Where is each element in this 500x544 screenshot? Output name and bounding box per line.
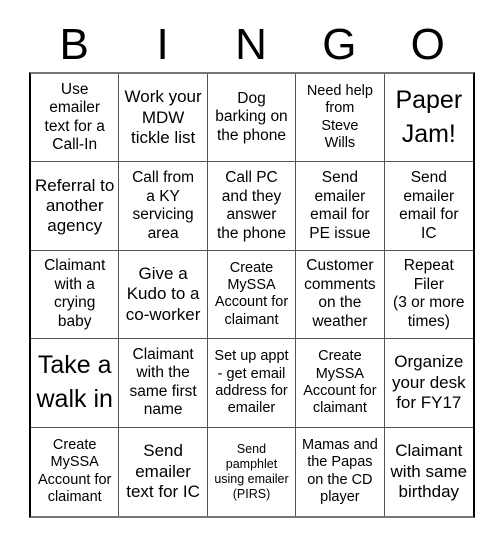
bingo-cell-text: Send emailer email for PE issue [309, 168, 371, 242]
bingo-cell-text: Create MySSA Account for claimant [303, 348, 377, 417]
bingo-cell[interactable]: Create MySSA Account for claimant [207, 250, 297, 340]
header-letter-b: B [59, 20, 89, 69]
bingo-cell-text: Work your MDW tickle list [124, 87, 202, 147]
bingo-cell[interactable]: Paper Jam! [384, 74, 473, 163]
bingo-cell-text: Create MySSA Account for claimant [214, 259, 289, 328]
bingo-cell[interactable]: Mamas and the Papas on the CD player [296, 427, 385, 516]
bingo-cell[interactable]: Need help from Steve Wills [296, 74, 385, 163]
bingo-cell-text: Call from a KY servicing area [132, 168, 195, 242]
bingo-cell[interactable]: Call PC and they answer the phone [207, 162, 297, 251]
bingo-cell-text: Create MySSA Account for claimant [38, 437, 112, 506]
bingo-cell[interactable]: Customer comments on the weather [296, 250, 385, 340]
bingo-cell[interactable]: Organize your desk for FY17 [384, 339, 473, 428]
bingo-cell-text: Repeat Filer (3 or more times) [393, 257, 465, 331]
bingo-cell-text: Claimant with same birthday [390, 441, 468, 501]
bingo-cell-text: Paper Jam! [395, 85, 463, 148]
bingo-cell-text: Use emailer text for a Call-In [44, 80, 105, 154]
bingo-cell[interactable]: Send emailer email for PE issue [296, 162, 385, 251]
header-letter-o: O [410, 20, 445, 69]
bingo-cell-text: Claimant with a crying baby [44, 257, 106, 331]
bingo-cell[interactable]: Dog barking on the phone [207, 74, 297, 163]
bingo-cell[interactable]: Call from a KY servicing area [119, 162, 208, 251]
bingo-cell[interactable]: Set up appt - get email address for emai… [207, 339, 297, 428]
bingo-card-grid: Use emailer text for a Call-In Work your … [29, 72, 475, 518]
bingo-cell-text: Call PC and they answer the phone [217, 168, 286, 242]
bingo-cell-text: Organize your desk for FY17 [391, 352, 466, 413]
bingo-cell[interactable]: Create MySSA Account for claimant [296, 339, 385, 428]
bingo-cell-text: Send emailer text for IC [126, 441, 200, 501]
bingo-cell-text: Set up appt - get email address for emai… [214, 348, 289, 417]
bingo-cell-text: Send emailer email for IC [399, 168, 459, 242]
bingo-cell[interactable]: Claimant with same birthday [385, 428, 473, 516]
bingo-cell-text: Take a walk in [36, 351, 113, 413]
header-letter-n: N [235, 20, 267, 69]
bingo-cell-text: Dog barking on the phone [215, 89, 288, 144]
bingo-cell[interactable]: Take a walk in [31, 339, 120, 428]
bingo-cell-text: Customer comments on the weather [304, 257, 376, 331]
bingo-cell[interactable]: Send emailer email for IC [384, 162, 473, 251]
bingo-cell-text: Mamas and the Papas on the CD player [302, 437, 378, 506]
bingo-cell[interactable]: Send pamphlet using emailer (PIRS) [208, 427, 297, 516]
bingo-cell-text: Claimant with the same first name [129, 345, 197, 419]
bingo-cell-text: Give a Kudo to a co-worker [125, 263, 201, 324]
bingo-cell[interactable]: Send emailer text for IC [119, 427, 208, 516]
header-letter-g: G [322, 20, 357, 69]
bingo-cell[interactable]: Give a Kudo to a co-worker [119, 250, 208, 340]
bingo-cell[interactable]: Create MySSA Account for claimant [31, 427, 120, 516]
bingo-header: B I N G O [30, 18, 472, 72]
bingo-cell-text: Referral to another agency [35, 175, 115, 236]
header-letter-i: I [156, 20, 169, 69]
bingo-cell[interactable]: Claimant with the same first name [119, 339, 208, 428]
bingo-cell[interactable]: Repeat Filer (3 or more times) [384, 251, 473, 340]
bingo-cell-text: Send pamphlet using emailer (PIRS) [214, 441, 289, 501]
bingo-cell[interactable]: Use emailer text for a Call-In [31, 74, 120, 163]
bingo-cell-text: Need help from Steve Wills [306, 82, 373, 152]
bingo-cell[interactable]: Work your MDW tickle list [119, 74, 208, 163]
bingo-cell[interactable]: Referral to another agency [31, 162, 120, 251]
bingo-cell[interactable]: Claimant with a crying baby [31, 250, 120, 340]
